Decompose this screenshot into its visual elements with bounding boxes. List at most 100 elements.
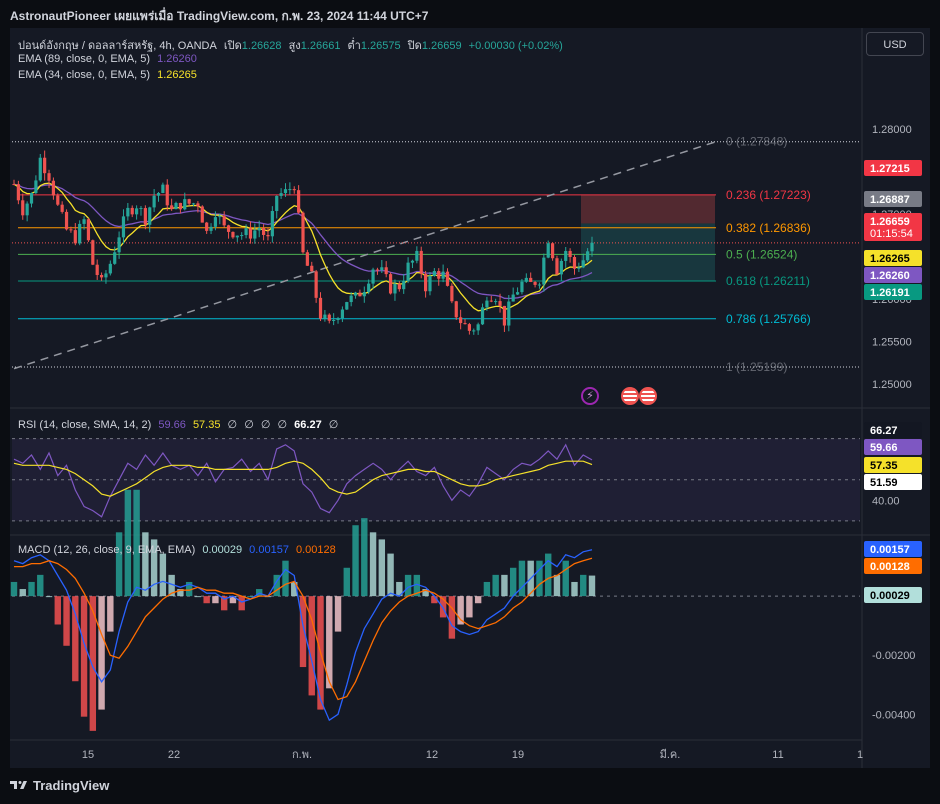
rsi-extra-3: ∅ — [260, 419, 271, 431]
macd-histogram-bar — [378, 539, 386, 597]
price-tag-countdown: 01:15:54 — [870, 228, 913, 240]
macd-histogram-bar — [562, 560, 569, 597]
rsi-tag: 57.35 — [870, 460, 898, 472]
candle-body — [463, 323, 467, 325]
macd-histogram-bar — [28, 581, 35, 597]
candle-body — [397, 283, 401, 290]
candle-body — [577, 267, 581, 269]
candle-body — [459, 317, 463, 324]
candle-body — [86, 219, 91, 241]
event-flash-icon[interactable]: ⚡ — [581, 387, 599, 405]
candle-body — [472, 330, 476, 332]
currency-button[interactable]: USD — [866, 32, 924, 56]
price-tag: 1.26191 — [870, 287, 910, 299]
candle-body — [489, 300, 493, 302]
candle-body — [121, 216, 126, 238]
macd-tag: 0.00029 — [870, 590, 910, 602]
candle-body — [56, 195, 60, 205]
time-axis-tick: ก.พ. — [292, 749, 312, 761]
candle-body — [485, 300, 489, 308]
candle-body — [113, 252, 117, 264]
price-axis-tick: 1.25000 — [872, 379, 912, 391]
macd-histogram-bar — [142, 532, 149, 597]
candle-body — [419, 250, 423, 274]
macd-histogram-bar — [509, 567, 517, 597]
fib-level-label: 0.786 (1.25766) — [726, 312, 811, 326]
candle-body — [91, 240, 95, 265]
candle-body — [218, 216, 222, 218]
candle-body — [502, 305, 507, 326]
candle-body — [467, 324, 471, 331]
candle-body — [148, 207, 152, 225]
candle-body — [520, 281, 524, 293]
rsi-value: 59.66 — [158, 419, 186, 431]
candle-body — [64, 211, 69, 230]
chart-svg[interactable]: 0 (1.27848) 0.236 (1.27223) 0.382 (1.26836… — [0, 0, 940, 804]
tradingview-logo-icon — [10, 781, 27, 789]
candle-body — [402, 280, 406, 290]
macd-histogram-bar — [536, 560, 543, 597]
macd-histogram-bar — [159, 553, 167, 597]
macd-signal-value: 0.00128 — [296, 544, 336, 556]
candle-body — [99, 274, 104, 278]
candle-body — [327, 314, 331, 321]
candle-body — [441, 271, 445, 279]
price-axis-tick: 1.28000 — [872, 124, 912, 136]
rsi-bold-value: 66.27 — [294, 419, 322, 431]
candle-body — [323, 314, 327, 319]
time-axis-tick: 15 — [82, 749, 94, 761]
macd-histogram-bar — [308, 596, 315, 696]
macd-legend: MACD (12, 26, close, 9, EMA, EMA) 0.0002… — [18, 544, 340, 556]
macd-histogram-bar — [448, 596, 456, 639]
macd-histogram-bar — [466, 596, 473, 618]
candle-body — [174, 202, 178, 210]
candle-body — [60, 204, 64, 212]
candle-body — [25, 203, 29, 216]
candle-body — [16, 184, 20, 201]
candle-body — [82, 219, 86, 224]
rsi-extra-1: ∅ — [227, 419, 238, 431]
candle-body — [297, 190, 301, 213]
price-tag: 1.26887 — [870, 194, 910, 206]
macd-axis-tick: -0.00200 — [872, 650, 915, 662]
macd-histogram-bar — [571, 581, 578, 597]
macd-histogram-bar — [19, 589, 26, 597]
rsi-axis-tick: 40.00 — [872, 495, 900, 507]
candle-body — [205, 222, 209, 231]
candle-body — [231, 231, 235, 238]
candle-body — [275, 195, 279, 211]
candle-body — [310, 265, 314, 272]
candle-body — [314, 271, 318, 298]
candle-body — [581, 260, 585, 268]
macd-histogram-bar — [299, 596, 307, 668]
macd-histogram-bar — [63, 596, 70, 646]
macd-histogram-bar — [115, 532, 123, 597]
candle-body — [187, 199, 191, 204]
candle-body — [270, 210, 274, 237]
rsi-tag: 51.59 — [870, 477, 898, 489]
macd-histogram-bar — [124, 489, 132, 597]
candle-body — [156, 192, 161, 196]
candle-body — [511, 294, 515, 302]
event-us-flag-icon-2[interactable] — [639, 387, 657, 405]
candle-body — [305, 252, 309, 266]
candle-body — [78, 223, 82, 244]
rsi-tag: 59.66 — [870, 442, 898, 454]
candle-body — [47, 173, 51, 181]
candle-body — [165, 184, 169, 206]
candle-body — [476, 324, 480, 331]
candle-body — [209, 226, 213, 231]
event-us-flag-icon[interactable] — [621, 387, 639, 405]
price-tag: 1.26659 — [870, 216, 910, 228]
candle-body — [568, 250, 572, 257]
candle-body — [178, 202, 182, 210]
candle-body — [117, 237, 121, 253]
candle-body — [253, 230, 257, 239]
macd-histogram-bar — [518, 560, 526, 597]
candle-body — [266, 234, 270, 237]
macd-histogram-bar — [501, 574, 508, 597]
candle-body — [432, 271, 436, 277]
candle-body — [248, 228, 253, 239]
price-axis-tick: 1.25500 — [872, 336, 912, 348]
tradingview-logo[interactable]: TradingView — [10, 778, 109, 793]
